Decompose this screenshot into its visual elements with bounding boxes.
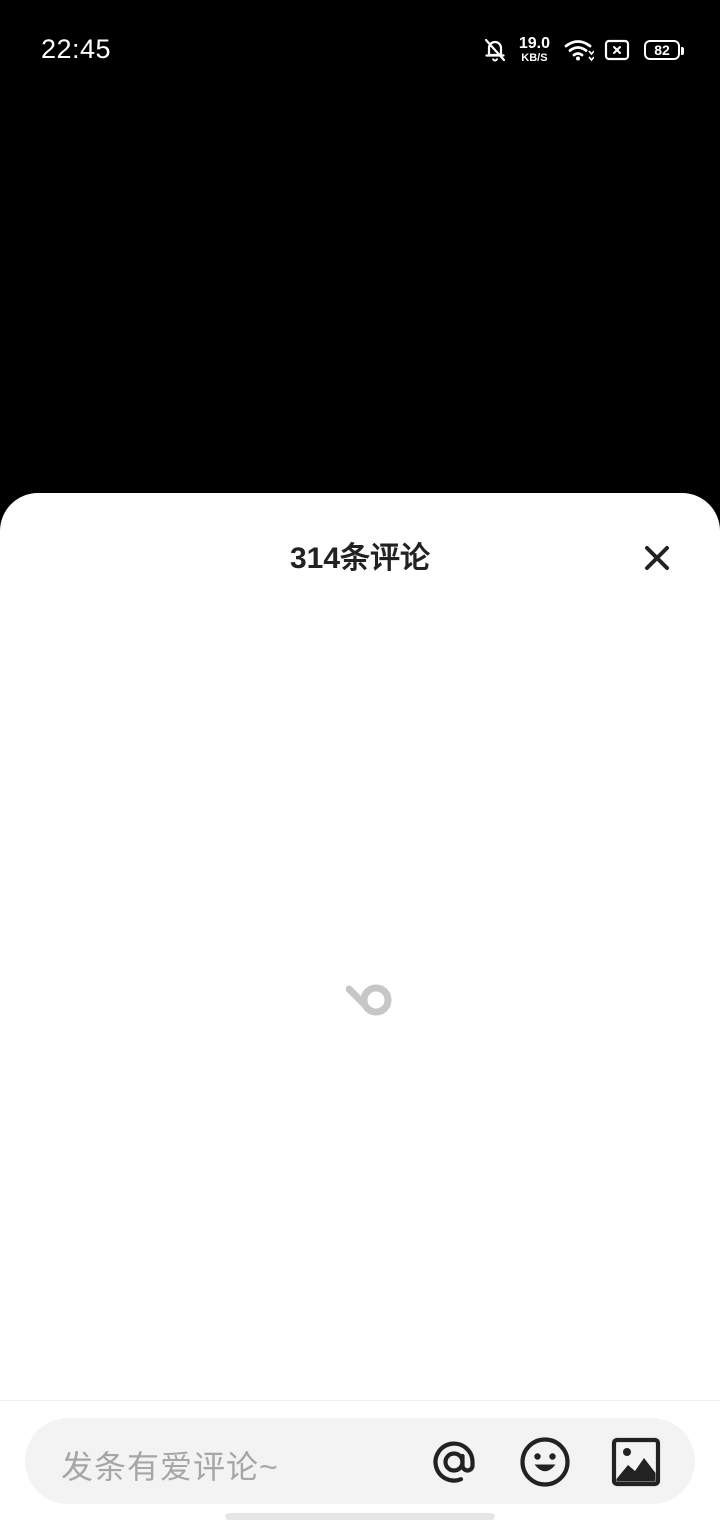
wifi-icon [564,40,594,62]
at-mention-button[interactable] [428,1436,480,1488]
comments-count-title: 314条评论 [289,542,431,575]
network-speed-value: 19.0 [518,35,550,52]
emoji-icon [520,1437,570,1487]
battery-level: 82 [654,42,670,58]
comment-composer: 发条有爱评论~ [0,1400,720,1520]
bell-muted-icon [484,38,505,62]
at-mention-icon [433,1441,475,1483]
battery-icon: 82 [644,40,684,60]
network-speed-unit: KB/S [521,52,548,64]
network-speed: 19.0 KB/S [519,36,550,64]
home-indicator[interactable] [225,1513,495,1520]
comment-input-placeholder: 发条有爱评论~ [61,1449,279,1485]
status-icons: 19.0 KB/S 82 [483,34,684,66]
loading-spinner-icon [346,984,392,1016]
comments-sheet: 314条评论 发条有爱评论~ [0,493,720,1520]
image-icon [611,1437,661,1487]
emoji-button[interactable] [519,1436,571,1488]
close-button[interactable] [640,541,674,575]
sim-icon [604,39,630,61]
image-button[interactable] [610,1436,662,1488]
comment-input[interactable]: 发条有爱评论~ [25,1418,695,1504]
status-time: 22:45 [41,34,112,64]
status-bar: 22:45 19.0 KB/S 82 [0,0,720,100]
close-icon [645,546,669,570]
